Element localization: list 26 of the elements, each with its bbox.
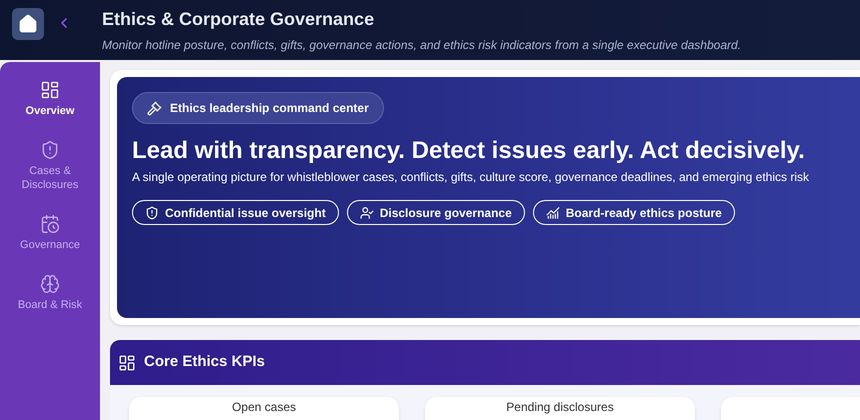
shield-icon [40, 140, 60, 160]
sidebar-item[interactable]: Governance [5, 212, 95, 254]
hero-description: A single operating picture for whistleblower cases, conflicts, gifts, culture score, governance deadlines, and emerging ethics risk [132, 169, 810, 186]
dashboard-icon [40, 80, 60, 100]
calendar-icon [40, 214, 60, 234]
page-title: Ethics & Corporate Governance [102, 8, 376, 30]
sidebar-item[interactable]: Cases & Disclosures [5, 138, 95, 194]
home-button[interactable] [12, 8, 44, 40]
sidebar-item[interactable]: Overview [5, 78, 95, 120]
badge-label: Ethics leadership command center [170, 100, 369, 117]
sidebar-item[interactable]: Board & Risk [5, 272, 95, 314]
gavel-icon [147, 100, 162, 116]
feature-pill: Board-ready ethics posture [532, 200, 735, 225]
page-subtitle: Monitor hotline posture, conflicts, gifts, governance actions, and ethics risk indicators from a single executive dashboard. [102, 37, 741, 54]
dashboard-icon [118, 354, 136, 372]
chart-icon [546, 206, 560, 220]
hero-headline: Lead with transparency. Detect issues early. Act decisively. [132, 136, 806, 166]
brain-icon [40, 274, 60, 294]
section-title: Core Ethics KPIs [144, 352, 265, 372]
home-icon [18, 14, 38, 34]
shield-icon [145, 206, 159, 220]
feature-pill: Disclosure governance [346, 200, 525, 225]
kpi-label: Pending disclosures [506, 400, 614, 416]
people-icon [360, 206, 374, 220]
feature-pill: Confidential issue oversight [132, 200, 339, 225]
kpi-label: Open cases [232, 400, 296, 416]
